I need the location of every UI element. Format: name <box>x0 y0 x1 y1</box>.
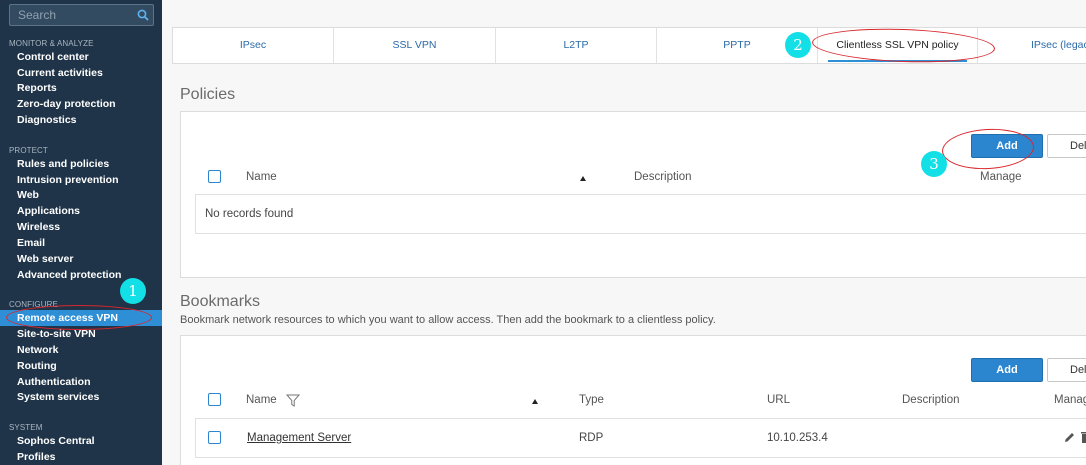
bookmark-type: RDP <box>579 432 604 444</box>
filter-icon[interactable] <box>285 394 301 410</box>
sidebar-item-web[interactable]: Web <box>0 187 162 203</box>
sidebar-item-email[interactable]: Email <box>0 235 162 251</box>
policies-title: Policies <box>180 86 236 103</box>
section-monitor-analyze: MONITOR & ANALYZE <box>9 39 94 48</box>
main-content: IPsec SSL VPN L2TP PPTP Clientless SSL V… <box>162 0 1086 465</box>
policies-col-name[interactable]: Name <box>246 171 277 183</box>
table-row: Management Server RDP 10.10.253.4 <box>195 418 1086 458</box>
sidebar-item-routing[interactable]: Routing <box>0 358 162 374</box>
bookmarks-col-type: Type <box>579 394 604 406</box>
bookmarks-add-button[interactable]: Add <box>971 358 1043 382</box>
sidebar-item-diagnostics[interactable]: Diagnostics <box>0 112 162 128</box>
policies-col-description: Description <box>634 171 692 183</box>
tab-ssl-vpn[interactable]: SSL VPN <box>334 28 496 63</box>
tab-ipsec[interactable]: IPsec <box>173 28 334 63</box>
bookmarks-panel: Add Delete Name Type URL Description Man… <box>180 335 1086 465</box>
annotation-ellipse-remote-access <box>6 305 152 330</box>
policies-select-all-checkbox[interactable] <box>208 170 221 183</box>
bookmarks-delete-button[interactable]: Delete <box>1047 358 1086 382</box>
sidebar-item-web-server[interactable]: Web server <box>0 251 162 267</box>
search-input[interactable] <box>10 5 135 25</box>
sidebar-item-sophos-central[interactable]: Sophos Central <box>0 433 162 449</box>
sidebar-item-current-activities[interactable]: Current activities <box>0 65 162 81</box>
tab-l2tp[interactable]: L2TP <box>496 28 657 63</box>
section-protect: PROTECT <box>9 146 48 155</box>
bookmarks-select-all-checkbox[interactable] <box>208 393 221 406</box>
annotation-badge-2: 2 <box>785 32 811 58</box>
row-checkbox[interactable] <box>208 431 221 444</box>
sidebar-item-authentication[interactable]: Authentication <box>0 374 162 390</box>
bookmarks-col-url: URL <box>767 394 791 406</box>
bookmarks-col-name[interactable]: Name <box>246 394 277 406</box>
bookmarks-title: Bookmarks <box>180 293 261 310</box>
bookmarks-subtitle: Bookmark network resources to which you … <box>180 314 716 326</box>
bookmarks-col-description: Description <box>902 394 960 406</box>
sidebar-item-wireless[interactable]: Wireless <box>0 219 162 235</box>
search-box[interactable] <box>9 4 154 26</box>
sort-ascending-icon[interactable] <box>580 176 586 181</box>
sidebar: MONITOR & ANALYZE Control center Current… <box>0 0 162 465</box>
search-icon[interactable] <box>133 5 153 25</box>
sidebar-item-zero-day-protection[interactable]: Zero-day protection <box>0 96 162 112</box>
policies-delete-button[interactable]: Delete <box>1047 134 1086 158</box>
sidebar-item-system-services[interactable]: System services <box>0 389 162 405</box>
edit-pencil-icon[interactable] <box>1063 431 1076 447</box>
delete-trash-icon[interactable] <box>1081 431 1086 447</box>
sidebar-item-network[interactable]: Network <box>0 342 162 358</box>
sidebar-item-reports[interactable]: Reports <box>0 80 162 96</box>
sidebar-item-control-center[interactable]: Control center <box>0 49 162 65</box>
sidebar-item-intrusion-prevention[interactable]: Intrusion prevention <box>0 172 162 188</box>
annotation-badge-3: 3 <box>921 151 947 177</box>
sidebar-item-rules-and-policies[interactable]: Rules and policies <box>0 156 162 172</box>
bookmark-url: 10.10.253.4 <box>767 432 828 444</box>
policies-empty-text: No records found <box>205 208 294 220</box>
policies-empty-row: No records found <box>195 194 1086 234</box>
section-system: SYSTEM <box>9 423 43 432</box>
sidebar-item-profiles[interactable]: Profiles <box>0 449 162 465</box>
policies-col-manage: Manage <box>980 171 1022 183</box>
sort-ascending-icon[interactable] <box>532 399 538 404</box>
annotation-badge-1: 1 <box>120 278 146 304</box>
bookmark-name-link[interactable]: Management Server <box>247 432 351 444</box>
policies-panel: Add Delete Name Description Manage No re… <box>180 111 1086 278</box>
bookmarks-col-manage: Manage <box>1054 394 1086 406</box>
sidebar-item-applications[interactable]: Applications <box>0 203 162 219</box>
